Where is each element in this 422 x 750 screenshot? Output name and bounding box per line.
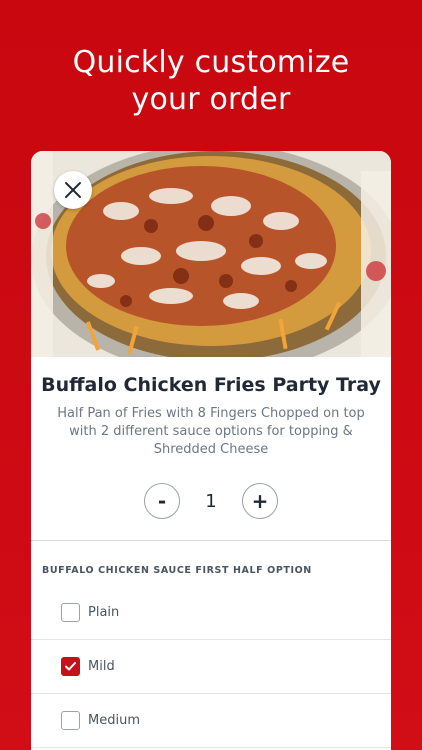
option-label: Medium: [88, 713, 140, 728]
item-description: Half Pan of Fries with 8 Fingers Chopped…: [57, 406, 365, 457]
promo-headline: Quickly customize your order: [0, 44, 422, 118]
divider: [31, 540, 391, 541]
plain-checkbox[interactable]: [61, 603, 80, 622]
medium-checkbox[interactable]: [61, 711, 80, 730]
quantity-value: 1: [205, 490, 217, 512]
decrease-quantity-button[interactable]: -: [144, 483, 180, 519]
headline-line-2: your order: [131, 82, 291, 117]
item-title: Buffalo Chicken Fries Party Tray: [41, 374, 381, 396]
headline-line-1: Quickly customize: [72, 45, 350, 80]
close-button[interactable]: [54, 171, 92, 209]
increase-quantity-button[interactable]: +: [242, 483, 278, 519]
sauce-options-list: Plain Mild Medium: [31, 586, 391, 748]
option-mild[interactable]: Mild: [31, 640, 391, 694]
checkmark-icon: [65, 662, 76, 671]
item-photo: [31, 151, 391, 357]
option-medium[interactable]: Medium: [31, 694, 391, 748]
option-plain[interactable]: Plain: [31, 586, 391, 640]
quantity-stepper: - 1 +: [31, 483, 391, 519]
option-label: Plain: [88, 605, 120, 620]
item-detail-card: Buffalo Chicken Fries Party Tray Half Pa…: [31, 151, 391, 750]
close-icon: [65, 182, 81, 198]
sauce-section-title: BUFFALO CHICKEN SAUCE FIRST HALF OPTION: [42, 565, 312, 576]
option-label: Mild: [88, 659, 115, 674]
mild-checkbox[interactable]: [61, 657, 80, 676]
